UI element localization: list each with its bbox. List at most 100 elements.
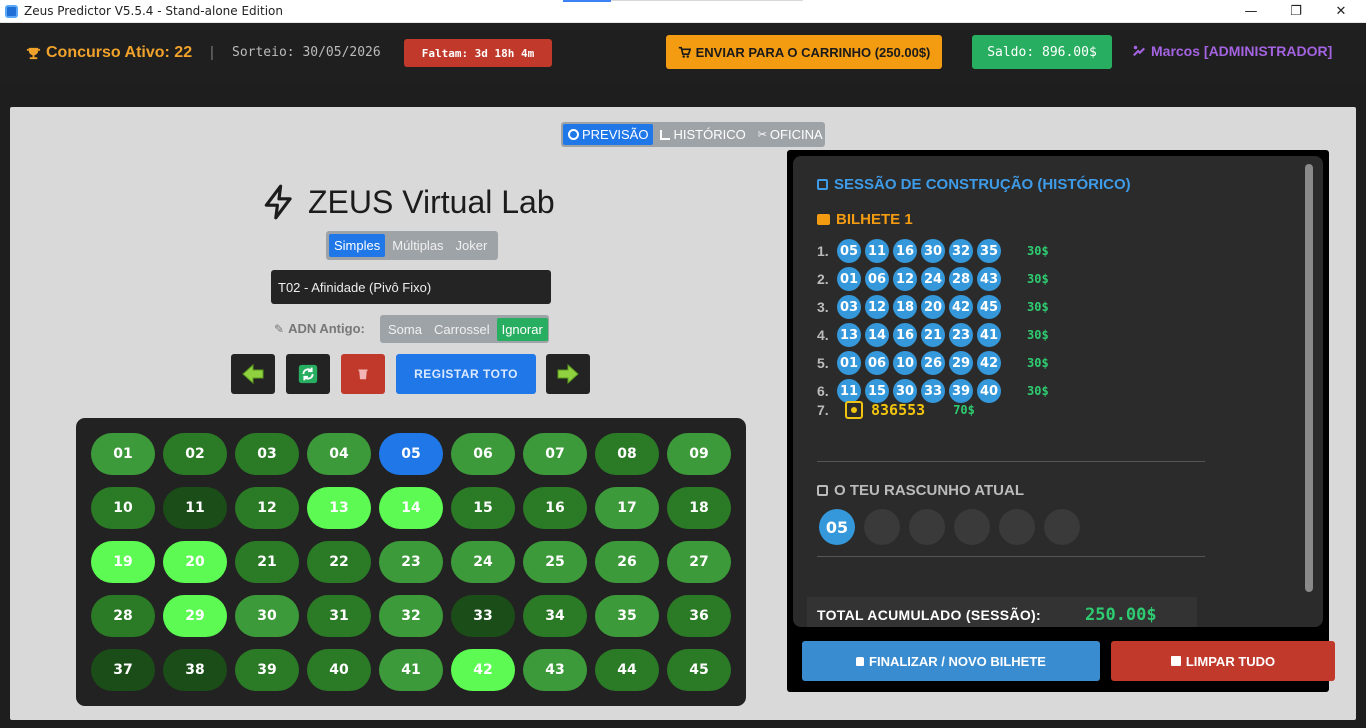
number-ball[interactable]: 42 [451, 649, 515, 691]
number-ball[interactable]: 20 [163, 541, 227, 583]
registar-toto-button[interactable]: REGISTAR TOTO [396, 354, 536, 394]
number-ball[interactable]: 37 [91, 649, 155, 691]
number-ball[interactable]: 27 [667, 541, 731, 583]
bilhete-ball: 11 [865, 239, 889, 263]
bilhete-row: 3. 03 12 18 20 42 45 30$ [817, 295, 1049, 319]
draft-slot[interactable] [954, 509, 990, 545]
number-ball[interactable]: 29 [163, 595, 227, 637]
number-ball[interactable]: 10 [91, 487, 155, 529]
limpar-label: LIMPAR TUDO [1185, 653, 1276, 669]
draft-slot[interactable]: 05 [819, 509, 855, 545]
cart-icon [678, 46, 691, 58]
strategy-select[interactable]: T02 - Afinidade (Pivô Fixo) [271, 270, 551, 304]
concurso-label: Concurso Ativo: 22 [46, 44, 193, 61]
user-info[interactable]: Marcos [ADMINISTRADOR] [1132, 43, 1332, 59]
divider [817, 461, 1205, 462]
number-ball[interactable]: 09 [667, 433, 731, 475]
bilhete-ball: 40 [977, 379, 1001, 403]
limpar-tudo-button[interactable]: LIMPAR TUDO [1111, 641, 1335, 681]
mode-multiplas[interactable]: Múltiplas [387, 234, 448, 257]
number-ball[interactable]: 36 [667, 595, 731, 637]
number-ball[interactable]: 32 [379, 595, 443, 637]
number-ball[interactable]: 23 [379, 541, 443, 583]
number-ball[interactable]: 43 [523, 649, 587, 691]
bilhete-row-price: 30$ [1027, 272, 1049, 286]
adn-label: ✎ ADN Antigo: [274, 321, 365, 336]
number-ball[interactable]: 16 [523, 487, 587, 529]
number-ball[interactable]: 21 [235, 541, 299, 583]
number-ball[interactable]: 31 [307, 595, 371, 637]
number-ball[interactable]: 44 [595, 649, 659, 691]
mode-simples[interactable]: Simples [329, 234, 386, 257]
number-ball[interactable]: 15 [451, 487, 515, 529]
number-ball[interactable]: 35 [595, 595, 659, 637]
number-ball[interactable]: 06 [451, 433, 515, 475]
tab-oficina[interactable]: ✂ OFICINA [753, 124, 828, 145]
number-ball[interactable]: 24 [451, 541, 515, 583]
next-button[interactable] [546, 354, 590, 394]
maximize-button[interactable]: ❐ [1273, 0, 1319, 23]
bilhete-ball: 32 [949, 239, 973, 263]
refresh-button[interactable] [286, 354, 330, 394]
tools-icon: ✂ [757, 129, 767, 141]
window-titlebar: Zeus Predictor V5.5.4 - Stand-alone Edit… [0, 0, 1366, 23]
edit-icon [817, 485, 828, 496]
number-ball[interactable]: 28 [91, 595, 155, 637]
number-ball[interactable]: 08 [595, 433, 659, 475]
number-ball[interactable]: 11 [163, 487, 227, 529]
number-ball[interactable]: 40 [307, 649, 371, 691]
bilhete-row-index: 5. [817, 355, 829, 371]
number-ball[interactable]: 01 [91, 433, 155, 475]
draft-slot[interactable] [999, 509, 1035, 545]
number-ball[interactable]: 39 [235, 649, 299, 691]
number-ball[interactable]: 30 [235, 595, 299, 637]
session-scrollbar[interactable] [1305, 164, 1313, 592]
number-ball[interactable]: 33 [451, 595, 515, 637]
number-ball[interactable]: 19 [91, 541, 155, 583]
bilhete-row: 1. 05 11 16 30 32 35 30$ [817, 239, 1049, 263]
number-ball[interactable]: 03 [235, 433, 299, 475]
previous-button[interactable] [231, 354, 275, 394]
draft-slot[interactable] [864, 509, 900, 545]
number-ball[interactable]: 12 [235, 487, 299, 529]
mode-joker[interactable]: Joker [451, 234, 493, 257]
calendar-icon [817, 179, 828, 190]
number-ball[interactable]: 26 [595, 541, 659, 583]
bilhete-ball: 21 [921, 323, 945, 347]
number-ball[interactable]: 17 [595, 487, 659, 529]
number-ball[interactable]: 45 [667, 649, 731, 691]
trophy-icon [26, 47, 41, 59]
delete-button[interactable] [341, 354, 385, 394]
total-bar: TOTAL ACUMULADO (SESSÃO): 250.00$ [807, 597, 1197, 627]
draft-slot[interactable] [1044, 509, 1080, 545]
tab-historico[interactable]: HISTÓRICO [655, 124, 750, 145]
number-ball[interactable]: 14 [379, 487, 443, 529]
draft-slot[interactable] [909, 509, 945, 545]
number-ball[interactable]: 34 [523, 595, 587, 637]
number-ball[interactable]: 07 [523, 433, 587, 475]
workspace: PREVISÃO HISTÓRICO ✂ OFICINA ZEUS Virtua… [0, 83, 1366, 728]
number-ball[interactable]: 38 [163, 649, 227, 691]
number-ball[interactable]: 18 [667, 487, 731, 529]
close-button[interactable]: ✕ [1318, 0, 1364, 23]
tab-previsao[interactable]: PREVISÃO [563, 124, 654, 145]
session-title: SESSÃO DE CONSTRUÇÃO (HISTÓRICO) [817, 176, 1131, 193]
finalizar-button[interactable]: FINALIZAR / NOVO BILHETE [802, 641, 1100, 681]
number-ball[interactable]: 04 [307, 433, 371, 475]
send-to-cart-button[interactable]: ENVIAR PARA O CARRINHO (250.00$) [666, 35, 942, 69]
number-ball[interactable]: 22 [307, 541, 371, 583]
adn-ignorar[interactable]: Ignorar [496, 317, 548, 341]
adn-soma[interactable]: Soma [383, 318, 427, 341]
number-ball[interactable]: 41 [379, 649, 443, 691]
bilhete-ball: 45 [977, 295, 1001, 319]
minimize-button[interactable]: — [1228, 0, 1274, 23]
number-ball[interactable]: 13 [307, 487, 371, 529]
adn-carrossel[interactable]: Carrossel [429, 318, 495, 341]
number-ball[interactable]: 25 [523, 541, 587, 583]
user-label: Marcos [ADMINISTRADOR] [1151, 43, 1333, 59]
chart-icon [660, 129, 671, 140]
bilhete-row-index: 6. [817, 383, 829, 399]
refresh-icon [298, 364, 318, 384]
number-ball[interactable]: 05 [379, 433, 443, 475]
number-ball[interactable]: 02 [163, 433, 227, 475]
